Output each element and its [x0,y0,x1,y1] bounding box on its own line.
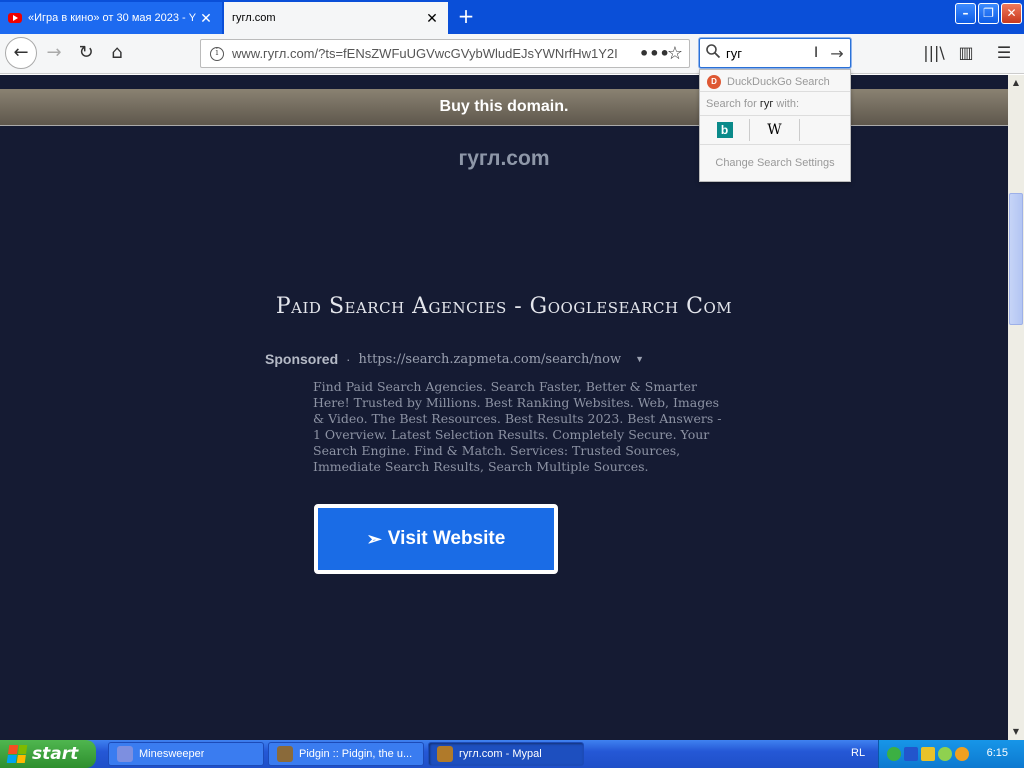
restore-button[interactable]: ❐ [978,3,999,24]
taskbar-item-label: гугл.com - Mypal [459,748,542,760]
tab-close-icon[interactable]: ✕ [424,10,440,27]
taskbar-item-minesweeper[interactable]: Minesweeper [108,742,264,766]
mypal-icon [437,746,453,762]
close-window-button[interactable]: ✕ [1001,3,1022,24]
bing-engine-button[interactable]: b [700,119,750,141]
tab-current[interactable]: гугл.com ✕ [224,2,448,34]
change-search-settings-button[interactable]: Change Search Settings [700,157,850,169]
scroll-down-button[interactable]: ▼ [1008,724,1024,740]
ad-url-link[interactable]: https://search.zapmeta.com/search/now [358,352,621,367]
shield-icon[interactable] [921,747,935,761]
visit-website-label: Visit Website [387,528,506,549]
minesweeper-icon [117,746,133,762]
network-icon[interactable] [904,747,918,761]
system-tray: 6:15 [878,740,1024,768]
bookmark-star-icon[interactable]: ☆ [661,43,689,64]
one-off-engines: b W [700,115,850,145]
tab-title: «Игра в кино» от 30 мая 2023 - Y [28,12,197,24]
scroll-up-button[interactable]: ▲ [1008,75,1024,91]
tab-title: гугл.com [232,12,276,24]
search-suggestions-popup: D DuckDuckGo Search Search for гуг with:… [699,69,851,182]
utorrent-icon[interactable] [887,747,901,761]
buy-domain-link[interactable]: Buy this domain. [0,89,1008,125]
search-go-button[interactable]: → [824,44,850,63]
window-controls: – ❐ ✕ [955,3,1022,24]
tab-close-icon[interactable]: ✕ [198,10,214,27]
address-bar[interactable]: i www.гугл.com/?ts=fENsZWFuUGVwcGVybWlud… [200,39,690,68]
taskbar: start Minesweeper Pidgin :: Pidgin, the … [0,740,1024,768]
start-button[interactable]: start [0,740,96,768]
arrow-icon: ➣ [366,528,382,549]
ad-title-link[interactable]: Paid Search Agencies - Googlesearch Com [0,294,1008,319]
tab-strip: «Игра в кино» от 30 мая 2023 - Y ✕ гугл.… [0,0,1024,34]
wikipedia-engine-button[interactable]: W [750,119,800,141]
search-input[interactable]: гуг I → [699,38,851,68]
default-engine-row[interactable]: D DuckDuckGo Search [700,72,850,92]
buy-domain-banner[interactable]: Buy this domain. [0,89,1008,126]
tab-youtube[interactable]: «Игра в кино» от 30 мая 2023 - Y ✕ [0,2,222,34]
windows-flag-icon [6,745,28,763]
page-actions-button[interactable]: ••• [639,44,670,63]
sponsored-label: Sponsored [265,351,339,367]
taskbar-item-label: Minesweeper [139,748,205,760]
site-info-icon[interactable]: i [210,46,224,61]
vertical-scrollbar[interactable]: ▲ ▼ [1008,75,1024,740]
search-tray-icon[interactable] [955,747,969,761]
domain-title: гугл.com [458,147,550,170]
taskbar-item-pidgin[interactable]: Pidgin :: Pidgin, the u... [268,742,424,766]
ad-description: Find Paid Search Agencies. Search Faster… [313,379,722,474]
scroll-thumb[interactable] [1009,193,1023,325]
ad-source-line: Sponsored · https://search.zapmeta.com/s… [265,351,735,367]
volume-icon[interactable] [938,747,952,761]
language-indicator[interactable]: RL [851,747,865,759]
default-engine-label: DuckDuckGo Search [727,75,830,88]
duckduckgo-icon: D [707,74,721,89]
search-for-label: Search for гуг with: [706,98,800,110]
back-button[interactable]: ← [5,37,37,69]
text-cursor-icon: I [814,45,819,61]
screen: «Игра в кино» от 30 мая 2023 - Y ✕ гугл.… [0,0,1024,768]
taskbar-item-label: Pidgin :: Pidgin, the u... [299,748,413,760]
search-icon [700,43,726,63]
home-button[interactable]: ⌂ [103,39,131,67]
separator-dot: · [346,351,351,367]
ad-options-icon[interactable]: ▼ [635,354,644,364]
url-text[interactable]: www.гугл.com/?ts=fENsZWFuUGVwcGVybWludEJ… [232,46,639,61]
youtube-icon [8,13,22,23]
sidebar-icon[interactable]: ▥ [954,41,978,65]
start-label: start [32,744,79,764]
page-content: Buy this domain. гугл.com Paid Search Ag… [0,75,1008,740]
minimize-button[interactable]: – [955,3,976,24]
new-tab-button[interactable]: + [456,4,476,28]
clock[interactable]: 6:15 [987,747,1008,759]
menu-icon[interactable]: ☰ [992,41,1016,65]
taskbar-item-mypal[interactable]: гугл.com - Mypal [428,742,584,766]
reload-button[interactable]: ↻ [72,39,100,67]
wikipedia-icon: W [767,122,782,138]
library-icon[interactable]: |||\ [922,41,946,65]
forward-button[interactable]: → [40,39,68,67]
bing-icon: b [716,122,733,138]
search-value[interactable]: гуг [726,46,814,61]
pidgin-icon [277,746,293,762]
navigation-toolbar: ← → ↻ ⌂ i www.гугл.com/?ts=fENsZWFuUGVwc… [0,34,1024,74]
visit-website-button[interactable]: ➣ Visit Website [314,504,558,574]
